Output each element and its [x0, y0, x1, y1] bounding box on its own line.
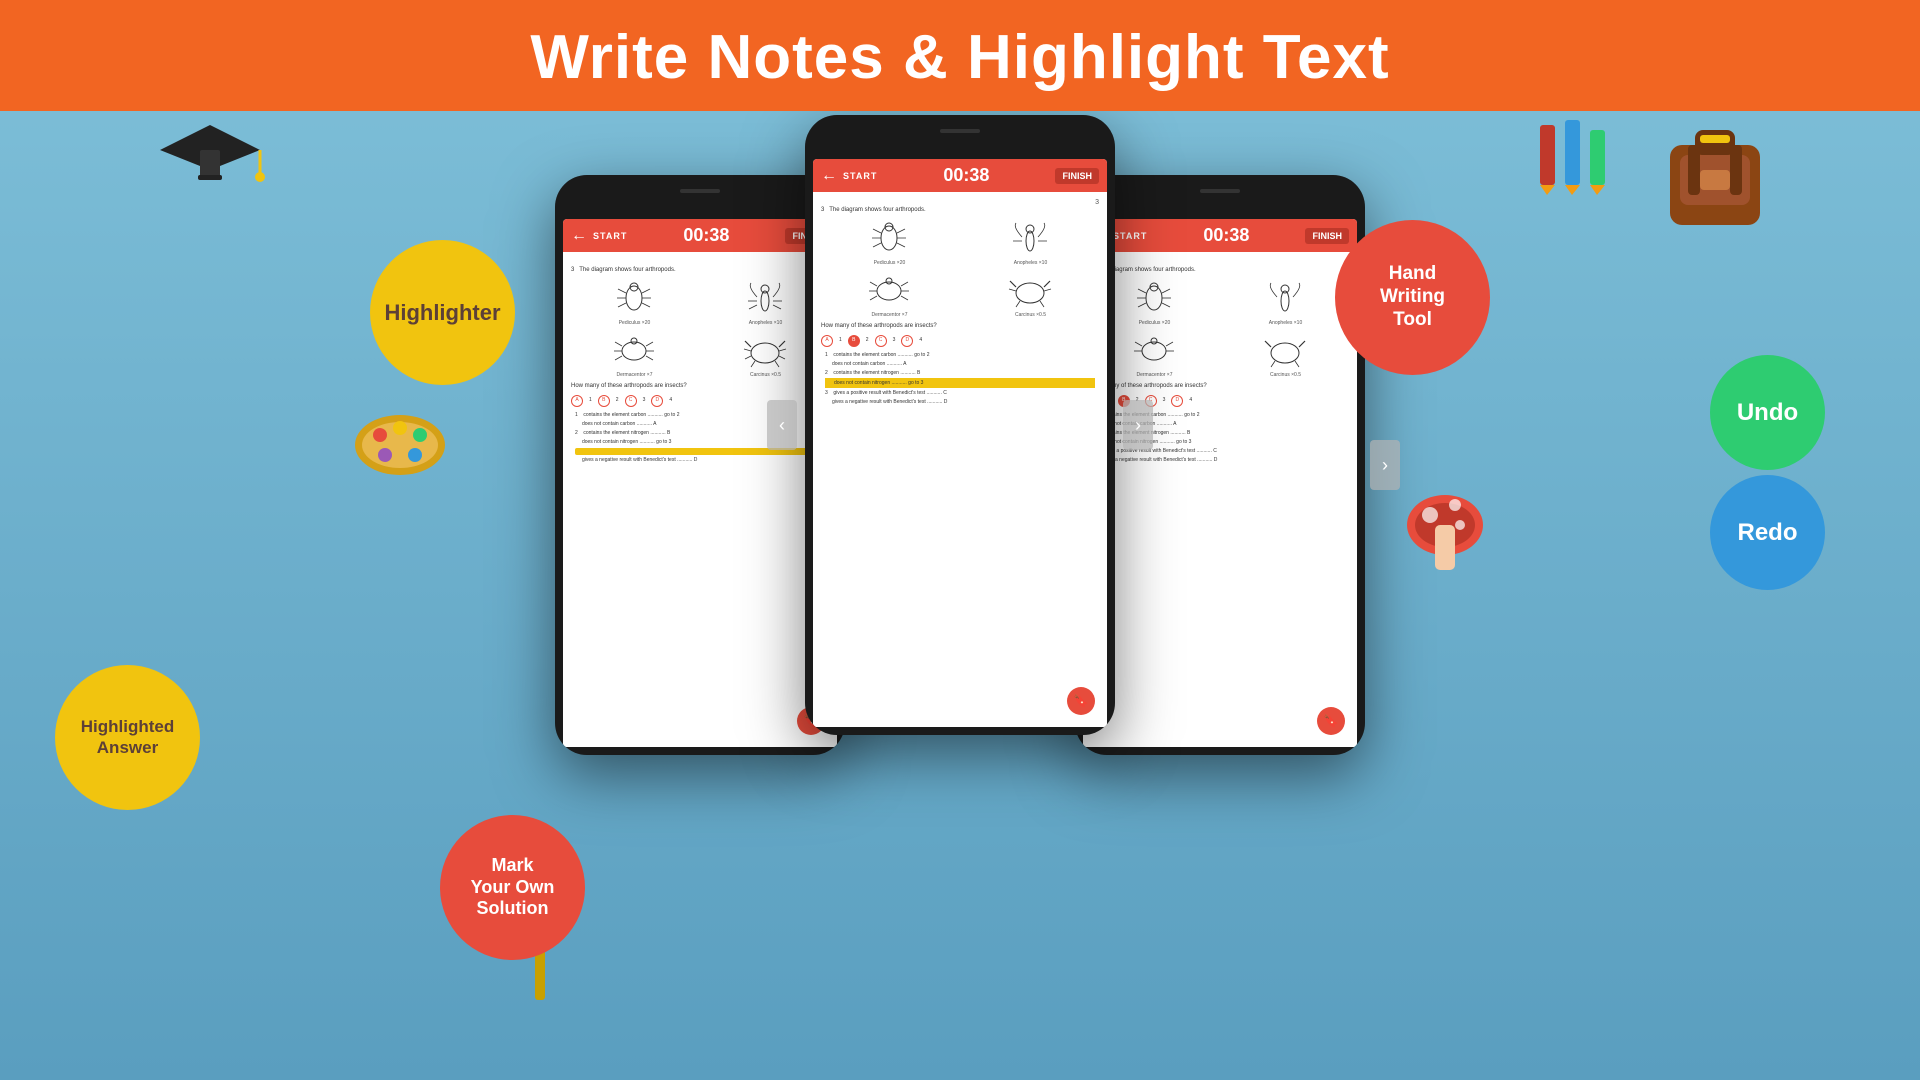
callout-undo: Undo: [1710, 355, 1825, 470]
bug-carcinus-right: Carcinus ×0.5: [1222, 331, 1349, 379]
answer-a-center[interactable]: A: [821, 335, 833, 347]
phone-content-center: 3 3 The diagram shows four arthropods.: [813, 192, 1107, 727]
callout-mark-own-text: Mark Your Own Solution: [471, 855, 555, 920]
callout-redo-text: Redo: [1738, 519, 1798, 547]
answer-b-center[interactable]: B: [848, 335, 860, 347]
answers-question-right: How many of these arthropods are insects…: [1091, 383, 1349, 391]
back-button-center[interactable]: ←: [821, 167, 837, 185]
start-label-center: START: [843, 171, 877, 181]
finish-button-right[interactable]: FINISH: [1305, 228, 1349, 244]
phone-speaker-left: [680, 189, 720, 193]
bug-label-anopheles-center: Anopheles ×10: [962, 260, 1099, 267]
bugs-grid-center: Pediculus ×20: [821, 219, 1099, 319]
phones-container: ← START 00:38 FINISH 3 3 The diagram sho…: [0, 115, 1920, 1080]
answers-question-left: How many of these arthropods are insects…: [571, 383, 829, 391]
flow-content-center: 1 contains the element carbon ..........…: [821, 351, 1099, 406]
start-label-left: START: [593, 231, 627, 241]
phone-topbar-center: ← START 00:38 FINISH: [813, 159, 1107, 192]
page-title: Write Notes & Highlight Text: [0, 22, 1920, 93]
phone-left: ← START 00:38 FINISH 3 3 The diagram sho…: [555, 175, 845, 755]
phone-speaker-right: [1200, 189, 1240, 193]
bug-label-carcinus-right: Carcinus ×0.5: [1222, 372, 1349, 379]
bugs-grid-left: Pediculus ×20: [571, 279, 829, 379]
answer-d-center[interactable]: D: [901, 335, 913, 347]
answer-c-center[interactable]: C: [875, 335, 887, 347]
finish-button-center[interactable]: FINISH: [1055, 168, 1099, 184]
flow-item-c3: 2 contains the element nitrogen ........…: [825, 369, 1095, 377]
bug-dermacentor-center: Dermacentor ×7: [821, 271, 958, 319]
bug-label-dermacentor-center: Dermacentor ×7: [821, 312, 958, 319]
bug-pediculus-center: Pediculus ×20: [821, 219, 958, 267]
callout-redo: Redo: [1710, 475, 1825, 590]
bug-pediculus-left: Pediculus ×20: [571, 279, 698, 327]
bookmark-center[interactable]: 🔖: [1067, 687, 1095, 715]
timer-center: 00:38: [883, 165, 1049, 186]
question-number-center: 3: [821, 198, 1099, 207]
answer-row-center: A1 B2 C3 D4: [821, 335, 1099, 347]
bug-label-pediculus-left: Pediculus ×20: [571, 320, 698, 327]
phone-topbar-left: ← START 00:38 FINISH: [563, 219, 837, 252]
phone-screen-left: ← START 00:38 FINISH 3 3 The diagram sho…: [563, 219, 837, 747]
bug-dermacentor-left: Dermacentor ×7: [571, 331, 698, 379]
bugs-grid-right: Pediculus ×20 Anopheles ×10: [1091, 279, 1349, 379]
phone-center: ← START 00:38 FINISH 3 3 The diagram sho…: [805, 115, 1115, 735]
flow-item-c4: does not contain nitrogen ........... go…: [825, 378, 1095, 388]
question-text-center: 3 The diagram shows four arthropods.: [821, 207, 1099, 215]
back-button-left[interactable]: ←: [571, 227, 587, 245]
callout-mark-own: Mark Your Own Solution: [440, 815, 585, 960]
bug-carcinus-center: Carcinus ×0.5: [962, 271, 1099, 319]
bug-anopheles-center: Anopheles ×10: [962, 219, 1099, 267]
phone-right: ← START 00:38 FINISH 3 3 The diagram sho…: [1075, 175, 1365, 755]
callout-undo-text: Undo: [1737, 399, 1798, 427]
decoration-paint-palette: [350, 400, 450, 480]
callout-highlighter: Highlighter: [370, 240, 515, 385]
answer-b-left[interactable]: B: [598, 395, 610, 407]
bug-label-pediculus-center: Pediculus ×20: [821, 260, 958, 267]
timer-left: 00:38: [633, 225, 779, 246]
answer-options-center: How many of these arthropods are insects…: [821, 323, 1099, 347]
bookmark-right[interactable]: 🔖: [1317, 707, 1345, 735]
nav-right-center-phone[interactable]: ›: [1123, 400, 1153, 450]
start-label-right: START: [1113, 231, 1147, 241]
phone-frame-left: ← START 00:38 FINISH 3 3 The diagram sho…: [555, 175, 845, 755]
decoration-mushroom: [1400, 480, 1490, 580]
question-number-left: 3: [571, 258, 829, 267]
answer-d-right[interactable]: D: [1171, 395, 1183, 407]
phone-topbar-right: ← START 00:38 FINISH: [1083, 219, 1357, 252]
phone-speaker-center: [940, 129, 980, 133]
question-number-right: 3: [1091, 258, 1349, 267]
nav-left-center-phone[interactable]: ‹: [767, 400, 797, 450]
callout-highlighted-answer-text: Highlighted Answer: [81, 717, 174, 758]
bug-label-carcinus-center: Carcinus ×0.5: [962, 312, 1099, 319]
callout-handwriting: Hand Writing Tool: [1335, 220, 1490, 375]
answer-c-left[interactable]: C: [625, 395, 637, 407]
phone-content-left: 3 3 The diagram shows four arthropods.: [563, 252, 837, 747]
question-text-left: 3 The diagram shows four arthropods.: [571, 267, 829, 275]
phone-screen-center: ← START 00:38 FINISH 3 3 The diagram sho…: [813, 159, 1107, 727]
flow-item-6: gives a negative result with Benedict's …: [575, 456, 825, 464]
callout-highlighter-text: Highlighter: [384, 300, 500, 326]
bug-label-dermacentor-left: Dermacentor ×7: [571, 372, 698, 379]
flow-item-c6: gives a negative result with Benedict's …: [825, 398, 1095, 406]
answer-a-left[interactable]: A: [571, 395, 583, 407]
answers-question-center: How many of these arthropods are insects…: [821, 323, 1099, 331]
flow-item-c1: 1 contains the element carbon ..........…: [825, 351, 1095, 359]
phone-screen-right: ← START 00:38 FINISH 3 3 The diagram sho…: [1083, 219, 1357, 747]
header: Write Notes & Highlight Text: [0, 0, 1920, 111]
flow-item-c5: 3 gives a positive result with Benedict'…: [825, 389, 1095, 397]
question-text-right: 3 The diagram shows four arthropods.: [1091, 267, 1349, 275]
phone-frame-right: ← START 00:38 FINISH 3 3 The diagram sho…: [1075, 175, 1365, 755]
timer-right: 00:38: [1153, 225, 1299, 246]
callout-handwriting-text: Hand Writing Tool: [1380, 263, 1445, 331]
flow-item-c2: does not contain carbon ........... A: [825, 360, 1095, 368]
phone-content-right: 3 3 The diagram shows four arthropods.: [1083, 252, 1357, 747]
nav-right-right-phone[interactable]: ›: [1370, 440, 1400, 490]
flow-item-r6: gives a negative result with Benedict's …: [1095, 456, 1345, 464]
answer-d-left[interactable]: D: [651, 395, 663, 407]
callout-highlighted-answer: Highlighted Answer: [55, 665, 200, 810]
bug-anopheles-right: Anopheles ×10: [1222, 279, 1349, 327]
phone-frame-center: ← START 00:38 FINISH 3 3 The diagram sho…: [805, 115, 1115, 735]
bug-label-anopheles-right: Anopheles ×10: [1222, 320, 1349, 327]
